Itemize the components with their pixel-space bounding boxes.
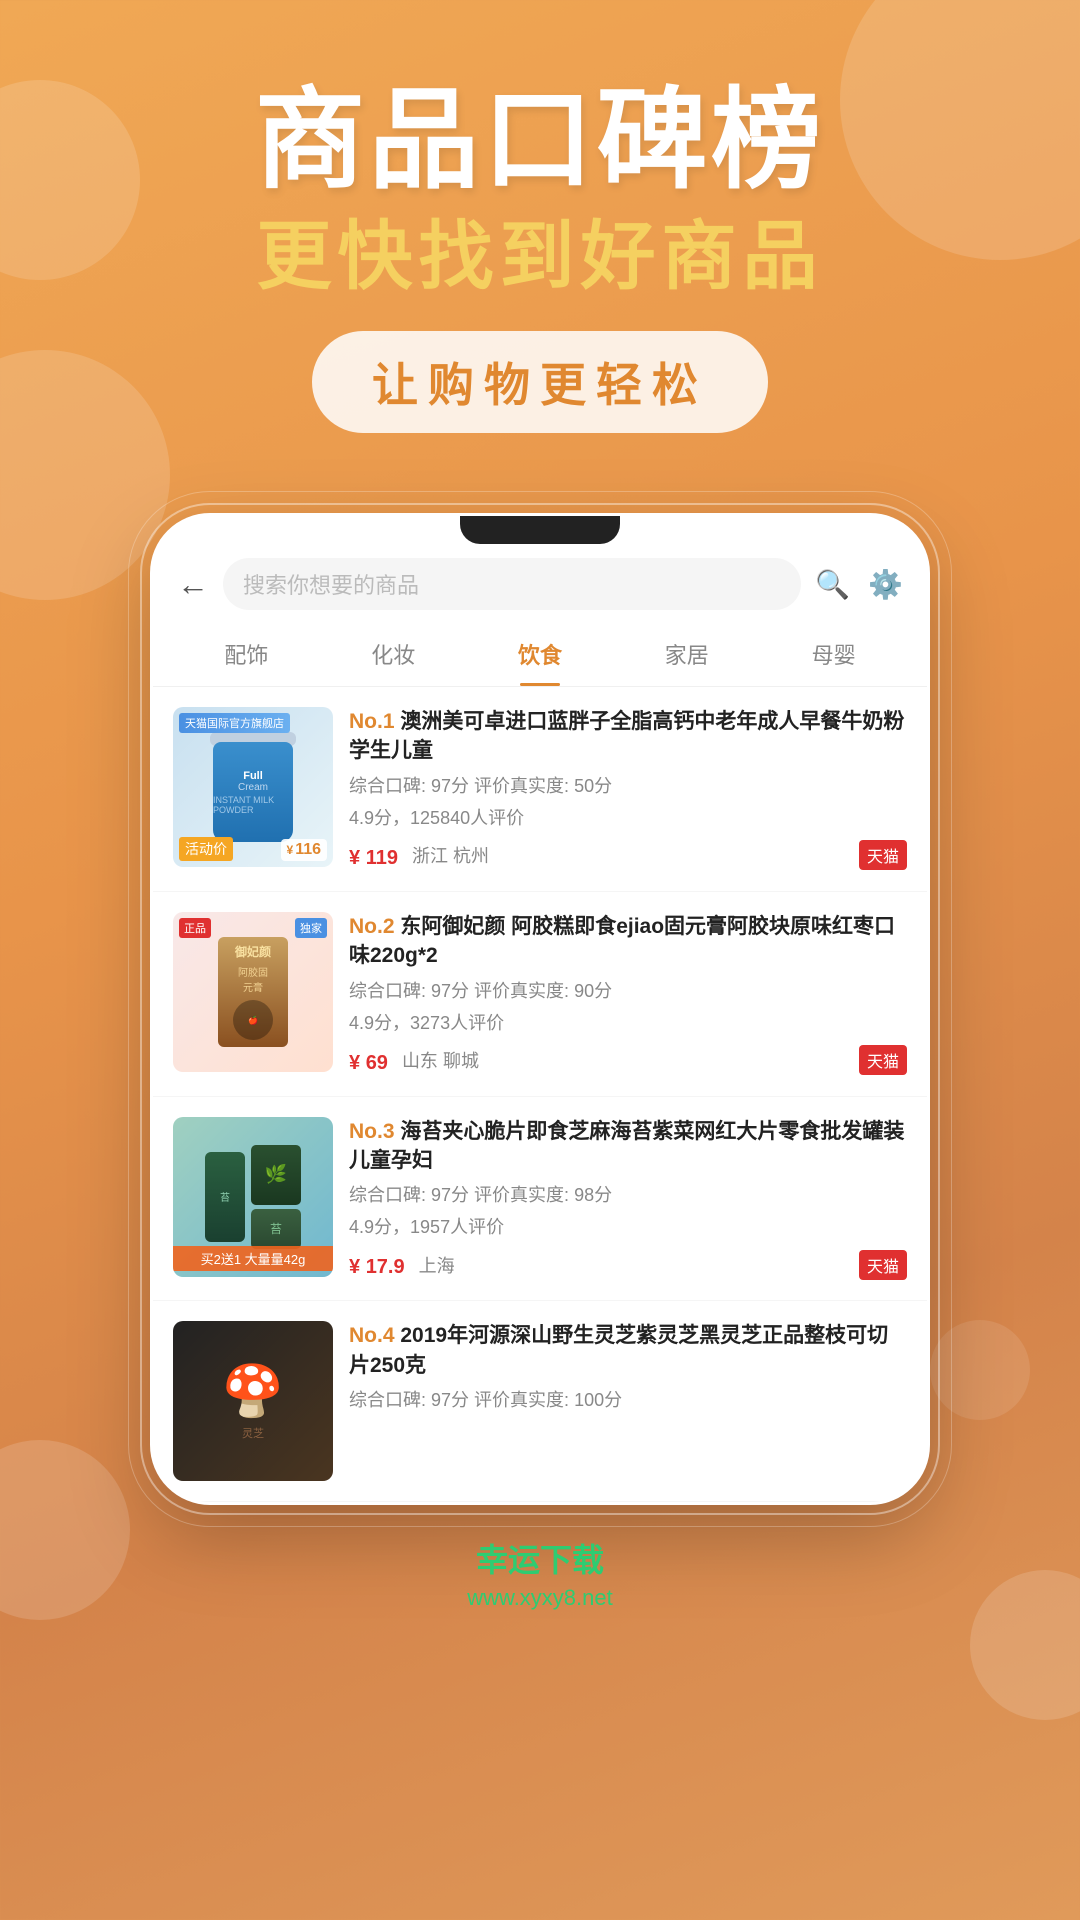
product-price-1: ¥ 119 <box>349 840 398 871</box>
hero-tag: 让购物更轻松 <box>312 331 768 433</box>
product-title-4: No.4 2019年河源深山野生灵芝紫灵芝黑灵芝正品整枝可切片250克 <box>349 1321 907 1380</box>
product-image-1: 天猫国际官方旗舰店 Full Cream INSTANT MILK POWDER… <box>173 707 333 867</box>
hero-section: 商品口碑榜 更快找到好商品 让购物更轻松 <box>0 0 1080 473</box>
tab-accessories[interactable]: 配饰 <box>173 622 320 686</box>
activity-label-1: 天猫国际官方旗舰店 <box>179 713 290 733</box>
activity-price-label: 活动价 <box>179 837 233 861</box>
product-reviews-2: 4.9分，3273人评价 <box>349 1009 907 1035</box>
product-price-3: ¥ 17.9 <box>349 1249 405 1280</box>
platform-badge-2: 天猫 <box>859 1045 907 1075</box>
product-price-2: ¥ 69 <box>349 1045 388 1076</box>
product-title-3: No.3 海苔夹心脆片即食芝麻海苔紫菜网红大片零食批发罐装儿童孕妇 <box>349 1117 907 1176</box>
category-tabs: 配饰 化妆 饮食 家居 母婴 <box>153 622 927 687</box>
product-item-4[interactable]: 🍄 灵芝 No.4 2019年河源深山野生灵芝紫灵芝黑灵芝正品整枝可切片250克… <box>153 1301 927 1502</box>
tab-makeup[interactable]: 化妆 <box>320 622 467 686</box>
original-price-badge: ¥116 <box>281 839 328 861</box>
exclusive-label-2: 独家 <box>295 918 327 938</box>
product-origin-3: 上海 <box>419 1252 455 1278</box>
product-scores-3: 综合口碑: 97分 评价真实度: 98分 <box>349 1181 907 1207</box>
search-icons: 🔍 ⚙️ <box>815 568 903 601</box>
settings-icon[interactable]: ⚙️ <box>868 568 903 601</box>
product-origin-2: 山东 聊城 <box>402 1047 479 1073</box>
platform-badge-1: 天猫 <box>859 840 907 870</box>
product-reviews-3: 4.9分，1957人评价 <box>349 1213 907 1239</box>
tab-food[interactable]: 饮食 <box>467 622 614 686</box>
phone-frame: ← 搜索你想要的商品 🔍 ⚙️ 配饰 化妆 饮食 家居 母婴 天猫国际官方旗 <box>150 513 930 1505</box>
product-info-4: No.4 2019年河源深山野生灵芝紫灵芝黑灵芝正品整枝可切片250克 综合口碑… <box>349 1321 907 1481</box>
hero-title: 商品口碑榜 <box>0 80 1080 201</box>
deco-circle-6 <box>930 1320 1030 1420</box>
product-info-1: No.1 澳洲美可卓进口蓝胖子全脂高钙中老年成人早餐牛奶粉学生儿童 综合口碑: … <box>349 707 907 871</box>
search-bar-row: ← 搜索你想要的商品 🔍 ⚙️ <box>153 546 927 622</box>
milk-can: Full Cream INSTANT MILK POWDER <box>213 742 293 842</box>
platform-badge-3: 天猫 <box>859 1250 907 1280</box>
product-origin-1: 浙江 杭州 <box>412 842 489 868</box>
product-title-1: No.1 澳洲美可卓进口蓝胖子全脂高钙中老年成人早餐牛奶粉学生儿童 <box>349 707 907 766</box>
product-info-2: No.2 东阿御妃颜 阿胶糕即食ejiao固元膏阿胶块原味红枣口味220g*2 … <box>349 912 907 1076</box>
product-reviews-1: 4.9分，125840人评价 <box>349 804 907 830</box>
tab-baby[interactable]: 母婴 <box>760 622 907 686</box>
phone-notch <box>153 516 927 546</box>
product-list: 天猫国际官方旗舰店 Full Cream INSTANT MILK POWDER… <box>153 687 927 1502</box>
brand-label-2: 正品 <box>179 918 211 938</box>
product-scores-4: 综合口碑: 97分 评价真实度: 100分 <box>349 1386 907 1412</box>
search-placeholder: 搜索你想要的商品 <box>243 568 419 600</box>
bottom-brand: 幸运下载 www.xyxy8.net <box>0 1505 1080 1651</box>
phone-mock: ← 搜索你想要的商品 🔍 ⚙️ 配饰 化妆 饮食 家居 母婴 天猫国际官方旗 <box>150 513 930 1505</box>
search-input[interactable]: 搜索你想要的商品 <box>223 558 801 610</box>
product-scores-1: 综合口碑: 97分 评价真实度: 50分 <box>349 772 907 798</box>
product-item-1[interactable]: 天猫国际官方旗舰店 Full Cream INSTANT MILK POWDER… <box>153 687 927 892</box>
product-price-row-2: ¥ 69 山东 聊城 天猫 <box>349 1045 907 1076</box>
product-scores-2: 综合口碑: 97分 评价真实度: 90分 <box>349 977 907 1003</box>
tab-home[interactable]: 家居 <box>613 622 760 686</box>
product-image-3: 苔 🌿 苔 买2送1 大量量42g <box>173 1117 333 1277</box>
product-info-3: No.3 海苔夹心脆片即食芝麻海苔紫菜网红大片零食批发罐装儿童孕妇 综合口碑: … <box>349 1117 907 1281</box>
hero-subtitle: 更快找到好商品 <box>0 211 1080 301</box>
product-item-2[interactable]: 御妃颜 阿胶固 元膏 🍎 正品 独家 No.2 东阿御妃颜 阿胶糕即食ejiao… <box>153 892 927 1097</box>
brand-main-text: 幸运下载 <box>0 1535 1080 1581</box>
product-image-2: 御妃颜 阿胶固 元膏 🍎 正品 独家 <box>173 912 333 1072</box>
search-icon[interactable]: 🔍 <box>815 568 850 601</box>
phone-notch-inner <box>460 516 620 544</box>
back-button[interactable]: ← <box>177 566 209 603</box>
brand-sub-text: www.xyxy8.net <box>0 1585 1080 1611</box>
product-price-row-3: ¥ 17.9 上海 天猫 <box>349 1249 907 1280</box>
product-price-row-1: ¥ 119 浙江 杭州 天猫 <box>349 840 907 871</box>
buy-label-3: 买2送1 大量量42g <box>173 1246 333 1271</box>
product-image-4: 🍄 灵芝 <box>173 1321 333 1481</box>
seaweed-can-1: 苔 <box>205 1152 245 1242</box>
product-item-3[interactable]: 苔 🌿 苔 买2送1 大量量42g No.3 海苔夹心脆片即食芝麻海苔紫菜网红大… <box>153 1097 927 1302</box>
product-title-2: No.2 东阿御妃颜 阿胶糕即食ejiao固元膏阿胶块原味红枣口味220g*2 <box>349 912 907 971</box>
